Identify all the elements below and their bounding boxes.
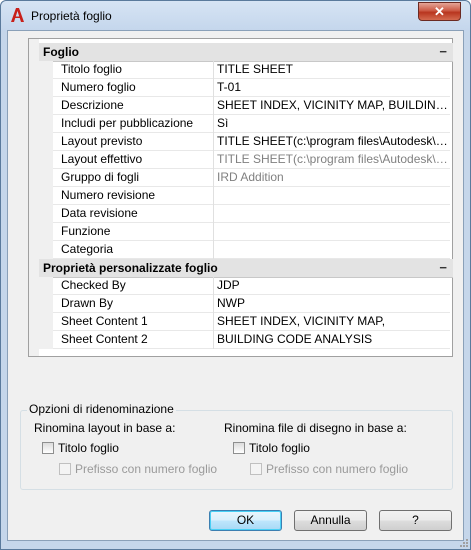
property-value[interactable]: SHEET INDEX, VICINITY MAP,	[214, 313, 450, 331]
property-row[interactable]: Descrizione SHEET INDEX, VICINITY MAP, BU…	[39, 97, 453, 115]
ok-button[interactable]: OK	[209, 510, 282, 531]
row-gutter	[39, 61, 53, 79]
property-name: Funzione	[53, 223, 221, 241]
property-name: Numero foglio	[53, 79, 221, 97]
property-name: Descrizione	[53, 97, 221, 115]
collapse-icon[interactable]: −	[439, 260, 447, 275]
property-name: Layout effettivo	[53, 151, 221, 169]
row-gutter	[39, 205, 53, 223]
rename-layout-header: Rinomina layout in base a:	[34, 421, 176, 435]
property-row[interactable]: Layout previsto TITLE SHEET(c:\program fi…	[39, 133, 453, 151]
property-value[interactable]: JDP	[214, 277, 450, 295]
property-row[interactable]: Drawn By NWP	[39, 295, 453, 313]
row-gutter	[39, 79, 53, 97]
category-label: Proprietà personalizzate foglio	[43, 261, 218, 275]
cancel-button[interactable]: Annulla	[294, 510, 367, 531]
property-value[interactable]	[214, 205, 450, 223]
window-title: Proprietà foglio	[31, 9, 112, 23]
property-name: Checked By	[53, 277, 221, 295]
property-row[interactable]: Data revisione	[39, 205, 453, 223]
layout-prefix-checkbox[interactable]	[59, 463, 71, 475]
row-gutter	[39, 115, 53, 133]
property-row[interactable]: Numero foglio T-01	[39, 79, 453, 97]
property-row[interactable]: Funzione	[39, 223, 453, 241]
property-value[interactable]: TITLE SHEET	[214, 61, 450, 79]
collapse-icon[interactable]: −	[439, 44, 447, 59]
category-header[interactable]: Proprietà personalizzate foglio −	[39, 259, 453, 278]
property-row[interactable]: Sheet Content 2 BUILDING CODE ANALYSIS	[39, 331, 453, 349]
property-value[interactable]: T-01	[214, 79, 450, 97]
file-prefix-checkbox[interactable]	[250, 463, 262, 475]
autocad-app-icon	[11, 8, 24, 22]
file-prefix-option-label: Prefisso con numero foglio	[266, 462, 409, 476]
property-grid[interactable]: Foglio − Titolo foglio TITLE SHEET Numero fo…	[28, 38, 453, 357]
row-gutter	[39, 187, 53, 205]
property-name: Categoria	[53, 241, 221, 259]
property-row[interactable]: Categoria	[39, 241, 453, 259]
property-name: Gruppo di fogli	[53, 169, 221, 187]
category-label: Foglio	[43, 45, 79, 59]
help-button[interactable]: ?	[379, 510, 452, 531]
row-gutter	[39, 277, 53, 295]
property-value[interactable]: Sì	[214, 115, 450, 133]
grid-left-strip	[29, 39, 39, 356]
rename-file-header: Rinomina file di disegno in base a:	[224, 421, 407, 435]
layout-title-checkbox[interactable]	[42, 442, 54, 454]
layout-title-option-label[interactable]: Titolo foglio	[58, 441, 119, 455]
property-name: Data revisione	[53, 205, 221, 223]
row-gutter	[39, 169, 53, 187]
row-gutter	[39, 295, 53, 313]
row-gutter	[39, 223, 53, 241]
property-name: Drawn By	[53, 295, 221, 313]
property-row[interactable]: Numero revisione	[39, 187, 453, 205]
row-gutter	[39, 133, 53, 151]
row-gutter	[39, 331, 53, 349]
property-name: Sheet Content 1	[53, 313, 221, 331]
property-value[interactable]: NWP	[214, 295, 450, 313]
property-value[interactable]: BUILDING CODE ANALYSIS	[214, 331, 450, 349]
property-row[interactable]: Checked By JDP	[39, 277, 453, 295]
property-row[interactable]: Sheet Content 1 SHEET INDEX, VICINITY MAP…	[39, 313, 453, 331]
file-title-option-label[interactable]: Titolo foglio	[249, 441, 310, 455]
category-header[interactable]: Foglio −	[39, 43, 453, 62]
property-row[interactable]: Gruppo di fogli IRD Addition	[39, 169, 453, 187]
property-name: Sheet Content 2	[53, 331, 221, 349]
property-name: Layout previsto	[53, 133, 221, 151]
property-value: IRD Addition	[214, 169, 450, 187]
row-gutter	[39, 241, 53, 259]
property-value[interactable]	[214, 223, 450, 241]
property-row[interactable]: Titolo foglio TITLE SHEET	[39, 61, 453, 79]
row-gutter	[39, 313, 53, 331]
property-name: Includi per pubblicazione	[53, 115, 221, 133]
resize-grip-icon[interactable]	[459, 538, 469, 548]
title-bar[interactable]: Proprietà foglio ✕	[1, 1, 470, 31]
row-gutter	[39, 97, 53, 115]
property-value[interactable]: SHEET INDEX, VICINITY MAP, BUILDING C...	[214, 97, 450, 115]
layout-prefix-option-label: Prefisso con numero foglio	[75, 462, 218, 476]
row-gutter	[39, 151, 53, 169]
property-name: Numero revisione	[53, 187, 221, 205]
property-row[interactable]: Includi per pubblicazione Sì	[39, 115, 453, 133]
property-name: Titolo foglio	[53, 61, 221, 79]
close-button[interactable]: ✕	[418, 2, 461, 21]
property-value: TITLE SHEET(c:\program files\Autodesk\au…	[214, 151, 450, 169]
property-row[interactable]: Layout effettivo TITLE SHEET(c:\program f…	[39, 151, 453, 169]
property-value[interactable]: TITLE SHEET(c:\program files\Autodesk\au…	[214, 133, 450, 151]
rename-options-legend: Opzioni di ridenominazione	[27, 402, 176, 416]
property-value[interactable]	[214, 187, 450, 205]
property-value[interactable]	[214, 241, 450, 259]
file-title-checkbox[interactable]	[233, 442, 245, 454]
close-icon: ✕	[434, 3, 445, 19]
